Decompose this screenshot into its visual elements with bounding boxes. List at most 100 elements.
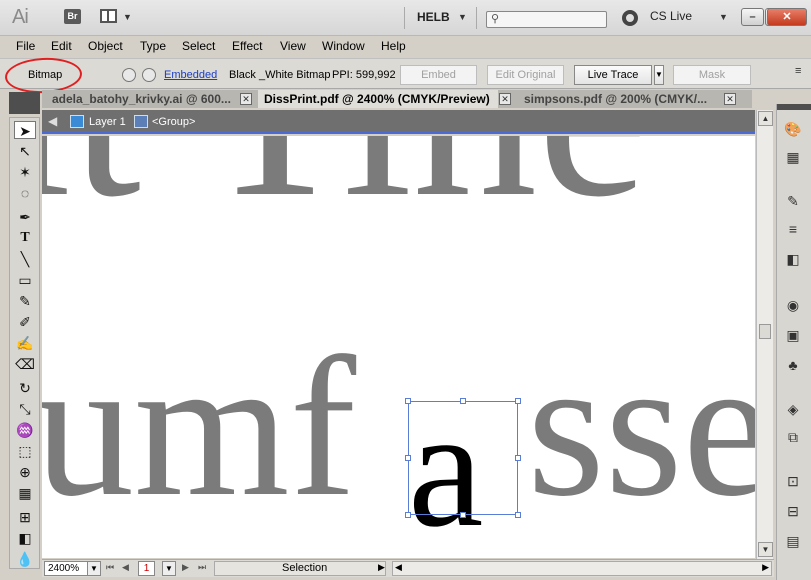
toolbar-header[interactable] — [9, 92, 40, 114]
close-icon[interactable]: ✕ — [240, 93, 252, 105]
tab-simpsons[interactable]: simpsons.pdf @ 200% (CMYK/... — [518, 90, 723, 108]
menu-type[interactable]: Type — [140, 39, 166, 53]
pen-tool-icon[interactable]: ✒ — [14, 208, 36, 226]
tab-adela-batohy[interactable]: adela_batohy_krivky.ai @ 600... — [46, 90, 236, 108]
rectangle-tool-icon[interactable]: ▭ — [14, 271, 36, 289]
brushes-panel-icon[interactable]: ✎ — [783, 192, 803, 210]
resize-handle[interactable] — [460, 512, 466, 518]
scroll-right-button[interactable]: ▶ — [762, 562, 769, 573]
tab-dissprint[interactable]: DissPrint.pdf @ 2400% (CMYK/Preview) — [258, 90, 498, 108]
resize-handle[interactable] — [460, 398, 466, 404]
resize-handle[interactable] — [405, 455, 411, 461]
direct-selection-tool-icon[interactable]: ↖ — [14, 142, 36, 160]
tracing-options-dropdown[interactable]: ▼ — [654, 65, 664, 85]
resize-handle[interactable] — [515, 455, 521, 461]
menu-edit[interactable]: Edit — [51, 39, 72, 53]
next-artboard-icon[interactable]: ▶ — [182, 562, 189, 573]
bridge-button[interactable]: Br — [64, 9, 81, 24]
first-artboard-icon[interactable]: ⏮ — [106, 562, 114, 573]
color-panel-icon[interactable]: 🎨 — [783, 120, 803, 138]
menu-help[interactable]: Help — [381, 39, 406, 53]
line-tool-icon[interactable]: ╲ — [14, 250, 36, 268]
tools-panel: ➤ ↖ ✶ ◌ ✒ T ╲ ▭ ✎ ✐ ✍ ⌫ ↻ ⤡ ♒ ⬚ ⊕ ▦ ⊞ ◧ … — [9, 117, 40, 569]
close-button[interactable]: ✕ — [767, 8, 807, 26]
status-menu-icon[interactable]: ▶ — [378, 562, 385, 573]
chevron-down-icon[interactable]: ▼ — [719, 12, 728, 22]
scale-tool-icon[interactable]: ⤡ — [14, 400, 36, 418]
stroke-panel-icon[interactable]: ≡ — [783, 220, 803, 238]
edit-original-button[interactable]: Edit Original — [487, 65, 564, 85]
chevron-down-icon[interactable]: ▼ — [123, 12, 132, 22]
selection-tool-icon[interactable]: ➤ — [14, 121, 36, 139]
artboard-number-field[interactable]: 1 — [138, 561, 155, 576]
rotate-tool-icon[interactable]: ↻ — [14, 379, 36, 397]
minimize-button[interactable]: – — [741, 8, 764, 26]
embed-button[interactable]: Embed — [400, 65, 477, 85]
warp-tool-icon[interactable]: ♒ — [14, 421, 36, 439]
swatches-panel-icon[interactable]: ▦ — [783, 148, 803, 166]
dock-header[interactable] — [777, 104, 811, 110]
menu-window[interactable]: Window — [322, 39, 365, 53]
workspace-switcher[interactable]: HELB — [417, 10, 450, 24]
menu-object[interactable]: Object — [88, 39, 123, 53]
artboard-dropdown[interactable]: ▼ — [162, 561, 176, 576]
scroll-down-button[interactable]: ▼ — [758, 542, 773, 557]
link-icon[interactable] — [122, 68, 136, 82]
close-icon[interactable]: ✕ — [499, 93, 511, 105]
menu-select[interactable]: Select — [182, 39, 215, 53]
link-info-icon[interactable] — [142, 68, 156, 82]
resize-handle[interactable] — [515, 512, 521, 518]
blob-brush-tool-icon[interactable]: ✍ — [14, 334, 36, 352]
transform-panel-icon[interactable]: ⊡ — [783, 472, 803, 490]
mask-button[interactable]: Mask — [673, 65, 751, 85]
lasso-tool-icon[interactable]: ◌ — [14, 184, 36, 202]
scroll-thumb[interactable] — [759, 324, 771, 339]
menu-file[interactable]: File — [16, 39, 35, 53]
artboard-canvas[interactable]: it Tine umf a sse — [42, 136, 755, 558]
close-icon[interactable]: ✕ — [724, 93, 736, 105]
selection-bounding-box[interactable] — [408, 401, 518, 515]
vertical-scrollbar[interactable]: ▲ ▼ — [756, 110, 773, 559]
chevron-down-icon[interactable]: ▼ — [458, 12, 467, 22]
breadcrumb-layer[interactable]: Layer 1 — [89, 116, 126, 128]
artboards-panel-icon[interactable]: ⧉ — [783, 428, 803, 446]
type-tool-icon[interactable]: T — [14, 229, 36, 247]
magic-wand-tool-icon[interactable]: ✶ — [14, 163, 36, 181]
menu-effect[interactable]: Effect — [232, 39, 262, 53]
gradient-panel-icon[interactable]: ◧ — [783, 250, 803, 268]
cs-live-menu[interactable]: CS Live — [650, 9, 692, 23]
align-panel-icon[interactable]: ⊟ — [783, 502, 803, 520]
resize-handle[interactable] — [515, 398, 521, 404]
perspective-grid-tool-icon[interactable]: ▦ — [14, 484, 36, 502]
embedded-link[interactable]: Embedded — [164, 69, 217, 81]
live-trace-button[interactable]: Live Trace — [574, 65, 652, 85]
menu-view[interactable]: View — [280, 39, 306, 53]
symbols-panel-icon[interactable]: ♣ — [783, 356, 803, 374]
pathfinder-panel-icon[interactable]: ▤ — [783, 532, 803, 550]
free-transform-tool-icon[interactable]: ⬚ — [14, 442, 36, 460]
scroll-left-button[interactable]: ◀ — [395, 562, 402, 573]
horizontal-scrollbar[interactable]: ◀ ▶ — [392, 561, 772, 576]
zoom-dropdown[interactable]: ▼ — [87, 561, 101, 576]
pencil-tool-icon[interactable]: ✐ — [14, 313, 36, 331]
breadcrumb-group[interactable]: <Group> — [152, 116, 195, 128]
eraser-tool-icon[interactable]: ⌫ — [14, 355, 36, 373]
help-search-input[interactable]: ⚲ — [486, 11, 607, 28]
arrange-documents-icon[interactable] — [100, 9, 117, 23]
gradient-tool-icon[interactable]: ◧ — [14, 529, 36, 547]
paintbrush-tool-icon[interactable]: ✎ — [14, 292, 36, 310]
resize-handle[interactable] — [405, 512, 411, 518]
status-bar: 2400% ▼ ⏮ ◀ 1 ▼ ▶ ⏭ Selection ▶ ◀ ▶ — [42, 559, 774, 577]
resize-handle[interactable] — [405, 398, 411, 404]
scroll-up-button[interactable]: ▲ — [758, 111, 773, 126]
mesh-tool-icon[interactable]: ⊞ — [14, 508, 36, 526]
graphic-styles-panel-icon[interactable]: ▣ — [783, 326, 803, 344]
eyedropper-tool-icon[interactable]: 💧 — [14, 550, 36, 568]
shape-builder-tool-icon[interactable]: ⊕ — [14, 463, 36, 481]
previous-artboard-icon[interactable]: ◀ — [122, 562, 129, 573]
last-artboard-icon[interactable]: ⏭ — [198, 562, 206, 573]
appearance-panel-icon[interactable]: ◉ — [783, 296, 803, 314]
back-arrow-icon[interactable]: ◀ — [48, 114, 57, 128]
control-panel-menu-icon[interactable]: ≡ — [795, 65, 801, 77]
layers-panel-icon[interactable]: ◈ — [783, 400, 803, 418]
